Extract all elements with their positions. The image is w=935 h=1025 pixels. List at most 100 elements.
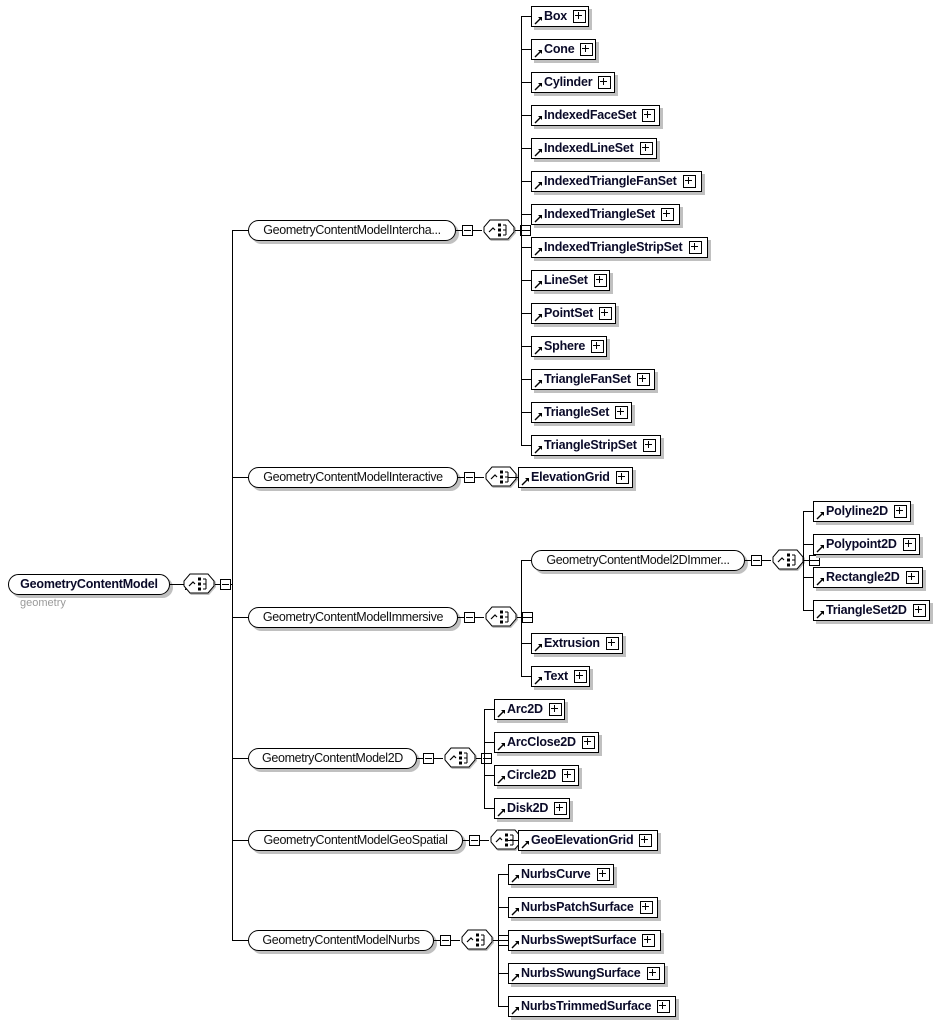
element-node[interactable]: NurbsSweptSurface	[508, 930, 661, 951]
root-element-node[interactable]: GeometryContentModel	[8, 574, 170, 595]
plus-box-icon[interactable]	[573, 10, 587, 23]
element-node[interactable]: Box	[531, 6, 589, 27]
element-node-label: Polypoint2D	[826, 537, 897, 552]
element-node[interactable]: NurbsCurve	[508, 864, 614, 885]
element-node-label: IndexedFaceSet	[544, 108, 637, 123]
connector-line	[521, 346, 531, 347]
plus-box-icon[interactable]	[639, 901, 653, 914]
choice-compositor-icon[interactable]	[182, 573, 218, 596]
plus-box-icon[interactable]	[657, 1000, 671, 1013]
plus-box-icon[interactable]	[580, 43, 594, 56]
element-node[interactable]: NurbsSwungSurface	[508, 963, 665, 984]
choice-compositor-icon[interactable]	[443, 747, 479, 770]
connector-line	[521, 412, 531, 413]
group-reference-node[interactable]: GeometryContentModelNurbs	[248, 930, 434, 951]
element-node[interactable]: NurbsTrimmedSurface	[508, 996, 676, 1017]
plus-box-icon[interactable]	[598, 76, 612, 89]
element-node[interactable]: GeoElevationGrid	[518, 830, 658, 851]
choice-compositor-icon[interactable]	[771, 549, 807, 572]
plus-box-icon[interactable]	[642, 934, 656, 947]
group-reference-node[interactable]: GeometryContentModelGeoSpatial	[248, 830, 463, 851]
connector-line	[484, 709, 494, 710]
element-reference-arrow-icon	[816, 610, 825, 619]
plus-box-icon[interactable]	[912, 604, 926, 617]
plus-box-icon[interactable]	[682, 175, 696, 188]
element-node[interactable]: ElevationGrid	[518, 467, 633, 488]
plus-box-icon[interactable]	[688, 241, 702, 254]
minus-box-icon[interactable]	[423, 753, 434, 764]
element-node[interactable]: IndexedTriangleFanSet	[531, 171, 702, 192]
plus-box-icon[interactable]	[615, 471, 629, 484]
plus-box-icon[interactable]	[599, 307, 613, 320]
element-node[interactable]: NurbsPatchSurface	[508, 897, 658, 918]
element-node[interactable]: LineSet	[531, 270, 610, 291]
group-reference-node[interactable]: GeometryContentModelImmersive	[248, 607, 458, 628]
group-reference-label: GeometryContentModelIntercha...	[263, 223, 441, 238]
choice-compositor-icon[interactable]	[482, 219, 518, 242]
plus-box-icon[interactable]	[902, 538, 916, 551]
connector-line	[521, 230, 531, 231]
minus-box-icon[interactable]	[462, 225, 473, 236]
element-node[interactable]: Text	[531, 666, 590, 687]
element-node[interactable]: Cone	[531, 39, 596, 60]
element-node[interactable]: TriangleFanSet	[531, 369, 655, 390]
group-reference-label: GeometryContentModel2D	[262, 751, 403, 766]
connector-line	[498, 1006, 508, 1007]
group-reference-node[interactable]: GeometryContentModelInteractive	[248, 467, 458, 488]
element-node[interactable]: Rectangle2D	[813, 567, 923, 588]
plus-box-icon[interactable]	[642, 109, 656, 122]
group-reference-label: GeometryContentModelInteractive	[263, 470, 443, 485]
choice-compositor-icon[interactable]	[460, 929, 496, 952]
plus-box-icon[interactable]	[639, 834, 653, 847]
plus-box-icon[interactable]	[554, 802, 568, 815]
element-node[interactable]: PointSet	[531, 303, 616, 324]
minus-box-icon[interactable]	[440, 935, 451, 946]
plus-box-icon[interactable]	[905, 571, 919, 584]
element-node[interactable]: TriangleSet2D	[813, 600, 930, 621]
plus-box-icon[interactable]	[593, 274, 607, 287]
group-reference-node[interactable]: GeometryContentModel2DImmer...	[531, 550, 745, 571]
choice-compositor-icon[interactable]	[484, 606, 520, 629]
plus-box-icon[interactable]	[605, 637, 619, 650]
plus-box-icon[interactable]	[639, 142, 653, 155]
element-node[interactable]: IndexedLineSet	[531, 138, 657, 159]
plus-box-icon[interactable]	[661, 208, 675, 221]
element-node[interactable]: Cylinder	[531, 72, 615, 93]
element-node[interactable]: IndexedFaceSet	[531, 105, 660, 126]
element-node[interactable]: Arc2D	[494, 699, 565, 720]
minus-box-icon[interactable]	[469, 835, 480, 846]
element-node[interactable]: Circle2D	[494, 765, 579, 786]
element-reference-arrow-icon	[534, 676, 543, 685]
group-reference-node[interactable]: GeometryContentModel2D	[248, 748, 417, 769]
minus-box-icon[interactable]	[751, 555, 762, 566]
element-node[interactable]: IndexedTriangleSet	[531, 204, 680, 225]
element-node[interactable]: ArcClose2D	[494, 732, 599, 753]
plus-box-icon[interactable]	[646, 967, 660, 980]
connector-line	[521, 247, 531, 248]
plus-box-icon[interactable]	[562, 769, 576, 782]
plus-box-icon[interactable]	[615, 406, 629, 419]
group-reference-label: GeometryContentModelImmersive	[262, 610, 444, 625]
element-node[interactable]: TriangleSet	[531, 402, 632, 423]
element-node[interactable]: Extrusion	[531, 633, 623, 654]
plus-box-icon[interactable]	[636, 373, 650, 386]
element-node[interactable]: Polyline2D	[813, 501, 911, 522]
element-reference-arrow-icon	[534, 412, 543, 421]
plus-box-icon[interactable]	[642, 439, 656, 452]
element-node-label: PointSet	[544, 306, 594, 321]
element-node[interactable]: Polypoint2D	[813, 534, 920, 555]
minus-box-icon[interactable]	[464, 472, 475, 483]
minus-box-icon[interactable]	[464, 612, 475, 623]
plus-box-icon[interactable]	[591, 340, 605, 353]
element-node[interactable]: IndexedTriangleStripSet	[531, 237, 708, 258]
element-node[interactable]: TriangleStripSet	[531, 435, 661, 456]
minus-box-icon[interactable]	[220, 579, 231, 590]
plus-box-icon[interactable]	[581, 736, 595, 749]
element-node[interactable]: Sphere	[531, 336, 607, 357]
plus-box-icon[interactable]	[893, 505, 907, 518]
plus-box-icon[interactable]	[596, 868, 610, 881]
element-node[interactable]: Disk2D	[494, 798, 570, 819]
plus-box-icon[interactable]	[573, 670, 587, 683]
plus-box-icon[interactable]	[548, 703, 562, 716]
group-reference-node[interactable]: GeometryContentModelIntercha...	[248, 220, 456, 241]
